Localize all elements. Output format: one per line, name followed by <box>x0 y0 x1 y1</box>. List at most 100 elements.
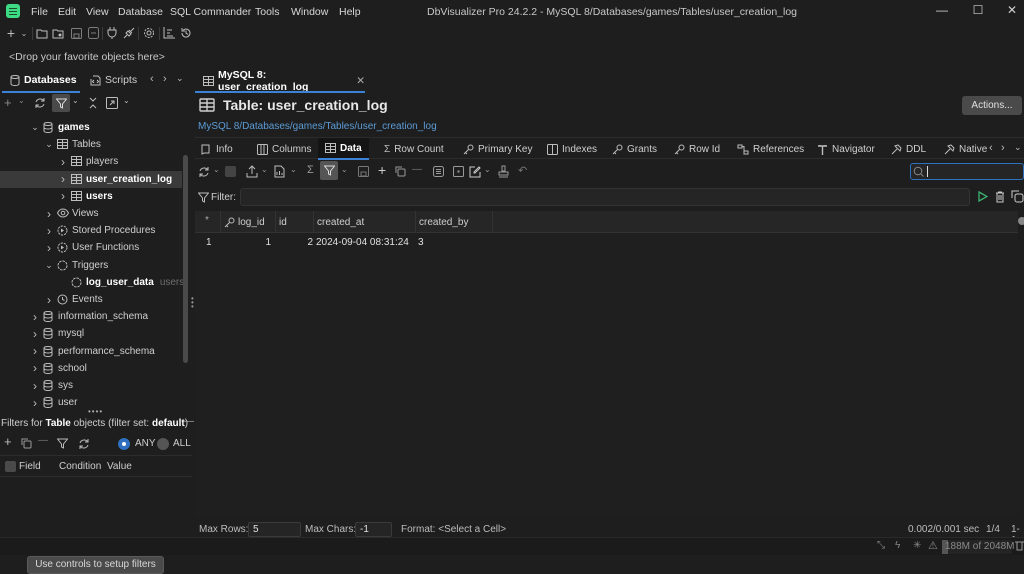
chevron-right-icon[interactable]: › <box>58 172 68 186</box>
chevron-right-icon[interactable]: › <box>58 189 68 203</box>
warning-icon[interactable]: ⚠ <box>928 539 938 552</box>
subtab-primary-key[interactable]: Primary Key <box>463 138 532 160</box>
cell-log-id[interactable]: 1 <box>220 234 276 251</box>
tree-node-user functions[interactable]: › User Functions <box>44 239 139 256</box>
chevron-right-icon[interactable]: › <box>30 310 40 324</box>
disconnect-icon[interactable] <box>122 25 136 41</box>
add-filter-icon[interactable]: + <box>4 434 12 449</box>
clear-filter-icon[interactable] <box>995 191 1005 203</box>
tab-next-icon[interactable]: › <box>163 73 167 85</box>
settings-icon[interactable] <box>142 25 156 41</box>
save-all-icon[interactable] <box>86 25 100 41</box>
subtab-grants[interactable]: Grants <box>612 138 657 160</box>
editor-tab[interactable]: MySQL 8: user_creation_log ✕ <box>195 69 365 93</box>
subtab-row-count[interactable]: Σ Row Count <box>384 138 444 160</box>
breadcrumb[interactable]: MySQL 8/Databases/games/Tables/user_crea… <box>198 121 437 132</box>
column-header-id[interactable]: id <box>276 211 314 233</box>
chevron-down-icon[interactable]: ⌄ <box>44 139 54 150</box>
grid-search-input[interactable] <box>910 163 1024 180</box>
document-icon[interactable] <box>274 165 285 178</box>
export-chevron-icon[interactable]: ⌄ <box>261 165 268 174</box>
form-view-icon[interactable] <box>433 166 444 177</box>
subtab-next-icon[interactable]: › <box>1001 142 1005 154</box>
add-chevron-icon[interactable]: ⌄ <box>18 96 25 105</box>
apply-filter-icon[interactable] <box>978 191 988 202</box>
edit-icon[interactable] <box>469 166 481 178</box>
maximize-button[interactable]: ☐ <box>968 3 988 19</box>
filter-toggle-icon[interactable] <box>320 161 338 180</box>
collapse-arrows-icon[interactable]: ⤡ <box>877 540 885 551</box>
reload-chevron-icon[interactable]: ⌄ <box>213 165 220 174</box>
memory-meter[interactable]: 188M of 2048M <box>942 540 1015 554</box>
document-chevron-icon[interactable]: ⌄ <box>290 165 297 174</box>
minimize-button[interactable]: — <box>932 3 952 19</box>
max-rows-input[interactable]: 5 <box>248 522 301 537</box>
stop-icon[interactable] <box>225 166 236 177</box>
match-all-radio[interactable] <box>157 438 169 450</box>
filters-minimize-icon[interactable]: — <box>184 416 194 427</box>
connect-icon[interactable] <box>105 25 119 41</box>
subtab-native[interactable]: Native <box>944 138 987 160</box>
tree-node-users[interactable]: › users <box>58 188 113 205</box>
tree-node-performance-schema[interactable]: › performance_schema <box>30 343 155 360</box>
chevron-right-icon[interactable]: › <box>30 344 40 358</box>
tab-prev-icon[interactable]: ‹ <box>150 73 154 85</box>
monitor-icon[interactable] <box>162 25 176 41</box>
lightning-icon[interactable]: ϟ <box>895 540 900 551</box>
chevron-right-icon[interactable]: › <box>44 207 54 221</box>
chevron-right-icon[interactable]: › <box>44 293 54 307</box>
subtab-info[interactable]: Info <box>201 138 233 160</box>
save-icon[interactable] <box>69 25 83 41</box>
aggregate-icon[interactable]: Σ <box>307 164 314 176</box>
subtab-columns[interactable]: Columns <box>257 138 311 160</box>
subtab-references[interactable]: References <box>737 138 804 160</box>
filter-toggle-icon[interactable] <box>52 94 70 112</box>
column-header-created-by[interactable]: created_by <box>416 211 493 233</box>
chevron-right-icon[interactable]: › <box>30 396 40 410</box>
subtab-indexes[interactable]: Indexes <box>547 138 597 160</box>
add-row-icon[interactable]: + <box>378 162 386 178</box>
grid-scroll-indicator[interactable] <box>1018 217 1024 225</box>
tab-list-chevron-icon[interactable]: ⌄ <box>176 73 184 84</box>
gc-trash-icon[interactable] <box>1015 540 1024 551</box>
close-button[interactable]: ✕ <box>1002 3 1022 19</box>
copy-filter-icon[interactable] <box>21 438 32 449</box>
tree-node-user[interactable]: › user <box>30 394 77 411</box>
open-chevron-icon[interactable]: ⌄ <box>123 96 130 105</box>
tree-node-views[interactable]: › Views <box>44 205 99 222</box>
copy-filter-icon[interactable] <box>1011 190 1024 203</box>
filter-chevron-icon[interactable]: ⌄ <box>341 165 348 174</box>
column-header-log-id[interactable]: log_id <box>220 211 276 233</box>
match-any-radio[interactable] <box>118 438 130 450</box>
chevron-right-icon[interactable]: › <box>44 224 54 238</box>
cell-view-icon[interactable] <box>453 166 464 177</box>
tree-node-events[interactable]: › Events <box>44 291 103 308</box>
delete-row-icon[interactable]: — <box>412 164 422 175</box>
cell-created-by[interactable]: 3 <box>418 234 493 251</box>
cell-created-at[interactable]: 2024-09-04 08:31:24 <box>316 234 416 251</box>
undo-icon[interactable]: ↶ <box>518 164 527 177</box>
remove-filter-icon[interactable]: — <box>38 435 48 446</box>
chevron-down-icon[interactable]: ⌄ <box>17 25 31 41</box>
tab-databases[interactable]: Databases <box>10 74 77 86</box>
stamp-icon[interactable] <box>498 165 509 178</box>
chevron-right-icon[interactable]: › <box>30 361 40 375</box>
subtab-ddl[interactable]: DDL <box>891 138 926 160</box>
tree-node-triggers[interactable]: ⌄ Triggers <box>44 257 108 274</box>
tab-scripts[interactable]: Scripts <box>90 74 137 86</box>
collapse-all-icon[interactable] <box>88 97 98 109</box>
chevron-right-icon[interactable]: › <box>30 327 40 341</box>
open-recent-icon[interactable] <box>51 25 65 41</box>
subtab-list-chevron-icon[interactable]: ⌄ <box>1014 142 1022 153</box>
save-data-icon[interactable] <box>358 166 369 177</box>
edit-chevron-icon[interactable]: ⌄ <box>484 165 491 174</box>
subtab-prev-icon[interactable]: ‹ <box>989 142 993 154</box>
subtab-row-id[interactable]: Row Id <box>674 138 720 160</box>
favorites-drop-zone[interactable]: <Drop your favorite objects here> <box>9 51 165 63</box>
refresh-icon[interactable] <box>34 97 46 109</box>
filter-input[interactable] <box>240 188 970 206</box>
chevron-down-icon[interactable]: ⌄ <box>44 260 54 271</box>
column-header-created-at[interactable]: created_at <box>314 211 416 233</box>
plus-icon[interactable]: + <box>4 25 18 41</box>
close-tab-icon[interactable]: ✕ <box>356 75 365 87</box>
